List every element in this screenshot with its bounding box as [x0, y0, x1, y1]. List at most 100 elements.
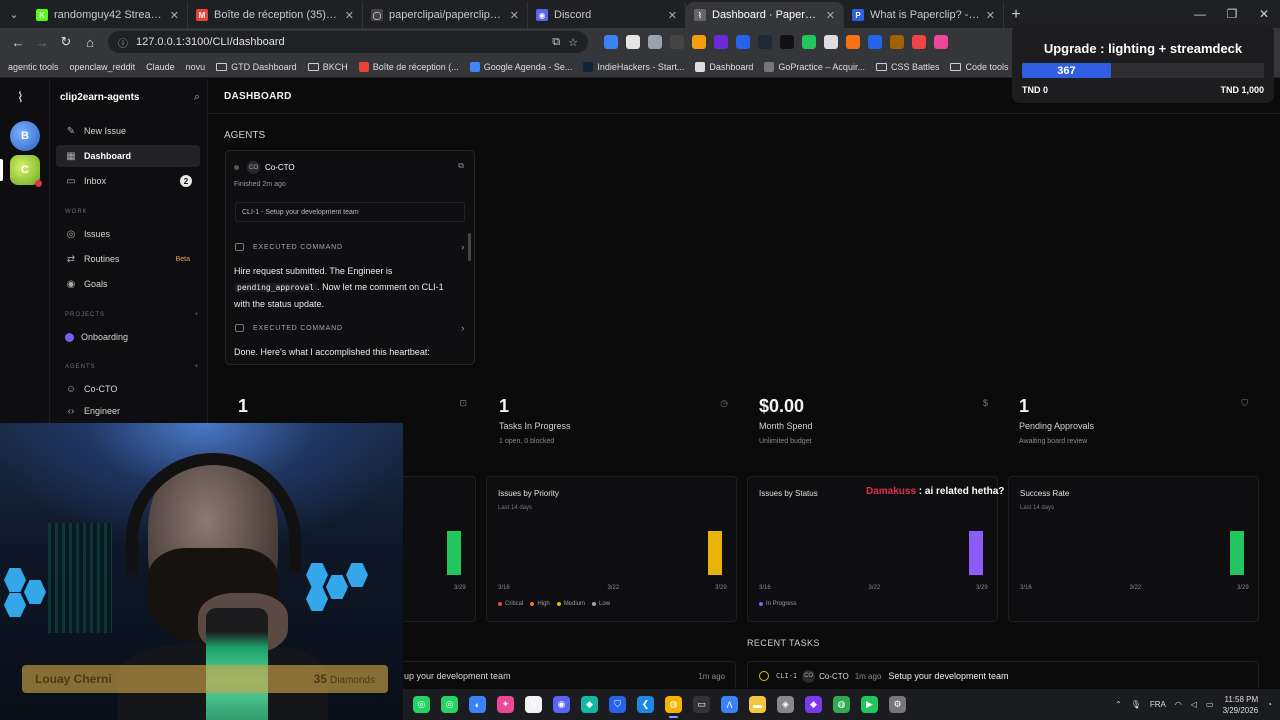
- extension-icon[interactable]: [780, 35, 794, 49]
- chart-bar[interactable]: [708, 531, 722, 575]
- whatsapp-icon[interactable]: ◎: [413, 696, 430, 713]
- battery-icon[interactable]: ▭: [1206, 700, 1214, 709]
- bookmark-item[interactable]: IndieHackers - Start...: [583, 61, 684, 72]
- clock[interactable]: 11:58 PM 3/29/2026: [1223, 694, 1259, 716]
- recent-activity-row[interactable]: up your development team 1m ago: [399, 661, 736, 691]
- home-icon[interactable]: ⌂: [78, 30, 102, 54]
- obsidian-icon[interactable]: ◆: [805, 696, 822, 713]
- recent-task-row[interactable]: CLI-1 CO Co-CTO 1m ago Setup your develo…: [747, 661, 1259, 691]
- bookmark-item[interactable]: agentic tools: [8, 62, 59, 72]
- close-window-icon[interactable]: ✕: [1248, 0, 1280, 28]
- bookmark-item[interactable]: Boîte de réception (...: [358, 61, 459, 72]
- tab-close-icon[interactable]: ✕: [826, 9, 835, 22]
- chart-bar[interactable]: [969, 531, 983, 575]
- sidebar-item-onboarding[interactable]: Onboarding: [56, 326, 200, 348]
- microphone-icon[interactable]: 🎙︎: [1131, 700, 1141, 709]
- bookmark-item[interactable]: GoPractice – Acquir...: [764, 61, 865, 72]
- workspace-avatar-b[interactable]: B: [10, 121, 40, 151]
- extension-icon[interactable]: [912, 35, 926, 49]
- company-name[interactable]: clip2earn-agents: [60, 92, 139, 103]
- copilot-icon[interactable]: ◐: [469, 696, 486, 713]
- search-icon[interactable]: ⌕: [194, 91, 200, 104]
- vscode-icon[interactable]: ❮: [637, 696, 654, 713]
- extension-icon[interactable]: [648, 35, 662, 49]
- extension-icon[interactable]: [626, 35, 640, 49]
- app3-icon[interactable]: Λ: [721, 696, 738, 713]
- wifi-icon[interactable]: ◠: [1175, 700, 1182, 709]
- app5-icon[interactable]: ▶: [861, 696, 878, 713]
- chevron-right-icon[interactable]: ›: [461, 323, 465, 333]
- bookmark-item[interactable]: Google Agenda - Se...: [469, 61, 572, 72]
- back-icon[interactable]: ←: [6, 30, 30, 54]
- extension-icon[interactable]: [692, 35, 706, 49]
- address-bar[interactable]: ⓘ 127.0.0.1:3100/CLI/dashboard ⧉ ☆: [108, 31, 588, 53]
- extension-icon[interactable]: [736, 35, 750, 49]
- bookmark-item[interactable]: CSS Battles: [875, 62, 939, 72]
- bookmark-item[interactable]: Claude: [146, 62, 175, 72]
- sidebar-item-goals[interactable]: ◉ Goals: [56, 273, 200, 295]
- bookmark-item[interactable]: openclaw_reddit: [70, 62, 136, 72]
- stat-card-pending-approvals[interactable]: 1 Pending Approvals Awaiting board revie…: [1006, 388, 1256, 448]
- new-issue-button[interactable]: ✎ New Issue: [56, 120, 200, 142]
- bookmark-item[interactable]: BKCH: [307, 62, 348, 72]
- whatsapp-business-icon[interactable]: ◎: [441, 696, 458, 713]
- sidebar-item-inbox[interactable]: ▭ Inbox 2: [56, 170, 200, 192]
- tab-close-icon[interactable]: ✕: [986, 9, 995, 22]
- install-app-icon[interactable]: ⧉: [552, 36, 560, 49]
- extension-icon[interactable]: [934, 35, 948, 49]
- tab-close-icon[interactable]: ✕: [170, 9, 179, 22]
- external-link-icon[interactable]: ⧉: [458, 161, 464, 171]
- extension-icon[interactable]: [714, 35, 728, 49]
- language-indicator[interactable]: FRA: [1150, 700, 1166, 709]
- add-project-icon[interactable]: +: [194, 312, 199, 318]
- settings-icon[interactable]: ⚙: [889, 696, 906, 713]
- executed-command-row[interactable]: EXECUTED COMMAND ›: [235, 323, 465, 333]
- tab-search-chevron-icon[interactable]: ⌄: [0, 0, 28, 28]
- sidebar-item-routines[interactable]: ⇄ Routines Beta: [56, 248, 200, 270]
- bookmark-item[interactable]: Dashboard: [695, 61, 753, 72]
- extension-icon[interactable]: [604, 35, 618, 49]
- extension-icon[interactable]: [846, 35, 860, 49]
- browser-tab[interactable]: P What is Paperclip? - Paperclip ✕: [844, 2, 1004, 28]
- agent-current-task[interactable]: CLI-1 - Setup your development team: [235, 202, 465, 222]
- browser-tab[interactable]: M Boîte de réception (35) - gharb ✕: [188, 2, 363, 28]
- site-info-icon[interactable]: ⓘ: [118, 35, 128, 50]
- extension-icon[interactable]: [890, 35, 904, 49]
- app-icon[interactable]: ✦: [497, 696, 514, 713]
- reload-icon[interactable]: ↻: [54, 30, 78, 54]
- terminal-icon[interactable]: ▭: [693, 696, 710, 713]
- bookmark-star-icon[interactable]: ☆: [568, 36, 578, 49]
- stat-card-tasks-in-progress[interactable]: 1 Tasks In Progress 1 open, 0 blocked ◷: [486, 388, 736, 448]
- browser-tab[interactable]: Krandomguy42 Stream - Watch l ✕: [28, 2, 188, 28]
- forward-icon[interactable]: →: [30, 30, 54, 54]
- extension-icon[interactable]: [802, 35, 816, 49]
- tab-close-icon[interactable]: ✕: [510, 9, 519, 22]
- extension-icon[interactable]: [868, 35, 882, 49]
- minimize-icon[interactable]: —: [1184, 0, 1216, 28]
- chrome-icon[interactable]: ◍: [665, 696, 682, 718]
- discord-icon[interactable]: ◉: [553, 696, 570, 713]
- agent-card-co-cto[interactable]: CO Co-CTO ⧉ Finished 2m ago CLI-1 - Setu…: [225, 150, 475, 365]
- chrome2-icon[interactable]: ◍: [833, 696, 850, 713]
- shield-app-icon[interactable]: ⛉: [609, 696, 626, 713]
- agent-name[interactable]: Co-CTO: [265, 163, 295, 172]
- chart-bar[interactable]: [1230, 531, 1244, 575]
- bookmark-item[interactable]: GTD Dashboard: [216, 62, 297, 72]
- browser-tab[interactable]: ◉ Discord ✕: [528, 2, 686, 28]
- extension-icon[interactable]: [824, 35, 838, 49]
- add-agent-icon[interactable]: +: [194, 364, 199, 370]
- restore-icon[interactable]: ❐: [1216, 0, 1248, 28]
- extension-icon[interactable]: [670, 35, 684, 49]
- sidebar-item-issues[interactable]: ◎ Issues: [56, 223, 200, 245]
- notifications-icon[interactable]: ◔: [1267, 700, 1272, 709]
- extension-icon[interactable]: [758, 35, 772, 49]
- paperclip-logo-icon[interactable]: ⌇: [17, 89, 24, 106]
- tab-close-icon[interactable]: ✕: [668, 9, 677, 22]
- app4-icon[interactable]: ◈: [777, 696, 794, 713]
- chart-bar[interactable]: [447, 531, 461, 575]
- tab-close-icon[interactable]: ✕: [345, 9, 354, 22]
- stat-card-month-spend[interactable]: $0.00 Month Spend Unlimited budget $: [746, 388, 996, 448]
- chevron-up-icon[interactable]: ⌃: [1115, 700, 1122, 709]
- bookmark-item[interactable]: novu: [186, 62, 206, 72]
- sidebar-item-dashboard[interactable]: ▦ Dashboard: [56, 145, 200, 167]
